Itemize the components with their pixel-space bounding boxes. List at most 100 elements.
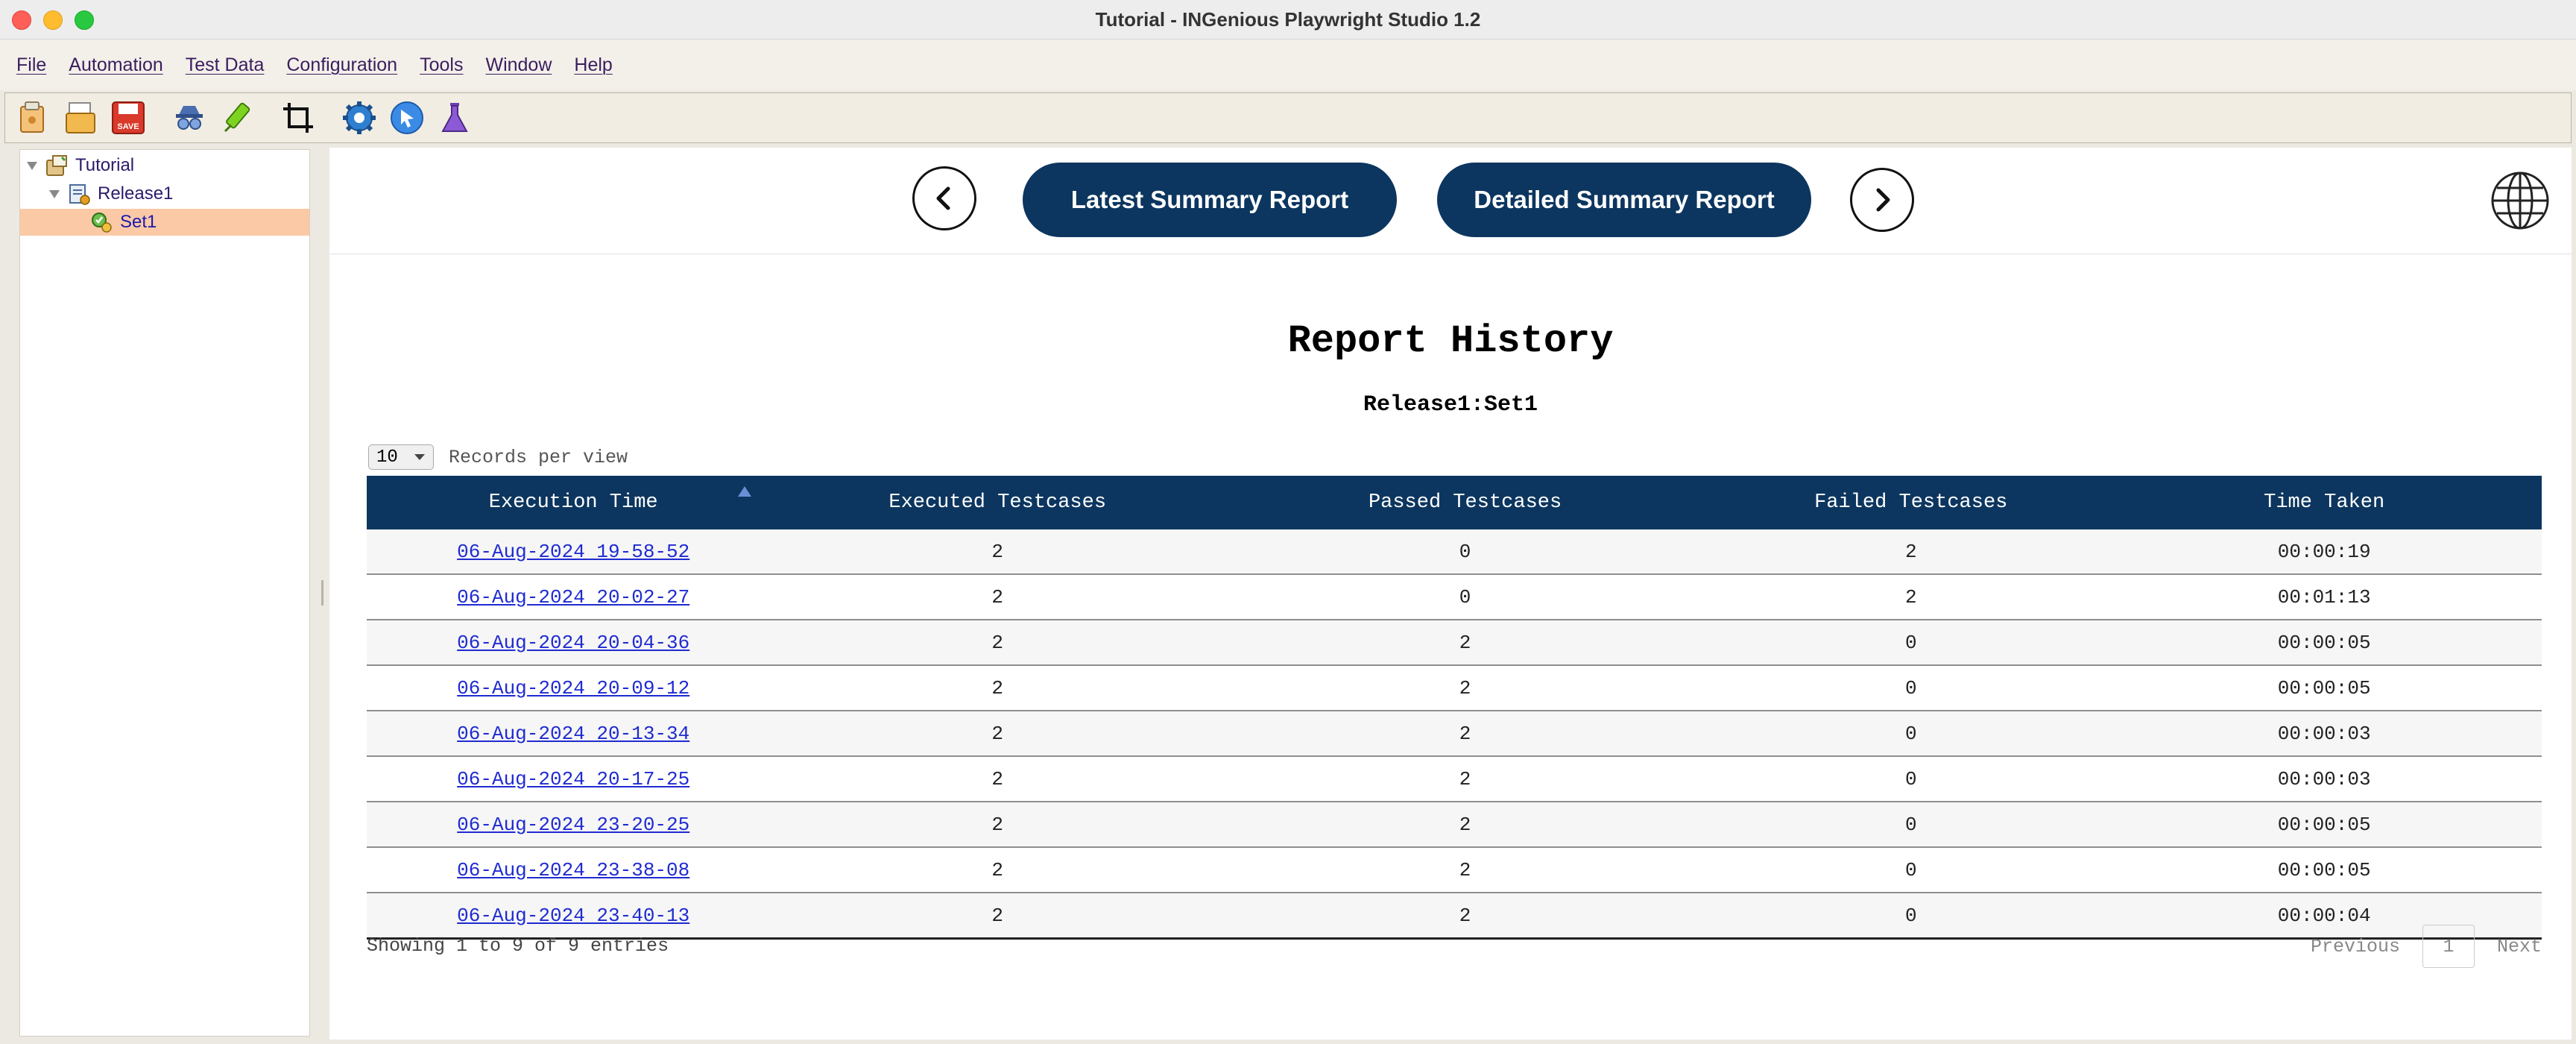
failed-cell: 0 [1715,802,2107,848]
failed-cell: 2 [1715,529,2107,575]
settings-button[interactable] [341,99,378,136]
entries-info: Showing 1 to 9 of 9 entries [367,935,669,957]
next-report-button[interactable] [1850,168,1914,232]
passed-cell: 2 [1215,847,1716,893]
passed-cell: 2 [1215,802,1716,848]
column-header-executed[interactable]: Executed Testcases [780,476,1215,529]
table-header-row: Execution Time Executed Testcases Passed… [367,476,2542,529]
execution-time-link[interactable]: 06-Aug-2024 23-40-13 [457,905,689,927]
executed-cell: 2 [780,711,1215,757]
save-button[interactable]: SAVE [110,99,147,136]
executed-cell: 2 [780,847,1215,893]
time-taken-cell: 00:00:05 [2106,802,2542,848]
previous-report-button[interactable] [912,166,976,230]
latest-summary-report-button[interactable]: Latest Summary Report [1023,163,1397,237]
menu-automation[interactable]: Automation [69,54,162,76]
panel-splitter[interactable] [319,149,329,1037]
expand-triangle-icon[interactable] [48,188,60,200]
splitter-grip[interactable] [321,580,323,606]
time-taken-cell: 00:00:05 [2106,847,2542,893]
failed-cell: 0 [1715,620,2107,666]
open-folder-icon [66,102,95,133]
svg-text:SAVE: SAVE [117,122,139,131]
time-taken-cell: 00:00:05 [2106,665,2542,711]
menu-bar: File Automation Test Data Configuration … [0,40,2576,90]
report-nav-bar: Latest Summary Report Detailed Summary R… [329,148,2572,254]
records-select[interactable]: 10 [368,444,434,470]
column-header-failed[interactable]: Failed Testcases [1715,476,2106,529]
next-page-button[interactable]: Next [2497,936,2542,957]
window-controls [12,10,94,30]
tree-node-tutorial[interactable]: Tutorial [26,153,134,178]
window-title: Tutorial - INGenious Playwright Studio 1… [1095,7,1481,31]
failed-cell: 0 [1715,847,2107,893]
pagination: Previous 1 Next [2311,925,2542,968]
pointer-button[interactable] [388,99,426,136]
testset-icon [92,213,112,233]
previous-page-button[interactable]: Previous [2311,936,2400,957]
crop-button[interactable] [280,99,317,136]
open-folder-button[interactable] [62,99,99,136]
execution-time-link[interactable]: 06-Aug-2024 19-58-52 [457,541,689,563]
globe-icon[interactable] [2490,170,2551,231]
records-select-value: 10 [376,447,398,468]
executed-cell: 2 [780,893,1215,940]
chevron-left-icon [936,186,950,210]
settings-gear-icon [343,101,376,134]
tree-label-release1: Release1 [98,183,174,204]
maximize-window-button[interactable] [75,10,94,30]
passed-cell: 0 [1215,574,1716,620]
toolbar: SAVE [4,92,2572,143]
execution-time-link[interactable]: 06-Aug-2024 23-38-08 [457,859,689,881]
passed-cell: 2 [1215,665,1716,711]
executed-cell: 2 [780,756,1215,802]
open-project-button[interactable] [14,99,51,136]
execution-time-link[interactable]: 06-Aug-2024 20-13-34 [457,723,689,745]
tree-label-tutorial: Tutorial [75,155,135,175]
flask-button[interactable] [436,99,473,136]
table-row: 06-Aug-2024 23-20-25 2 2 0 00:00:05 [367,802,2542,848]
failed-cell: 0 [1715,665,2107,711]
menu-tools[interactable]: Tools [420,54,463,76]
execution-time-link[interactable]: 06-Aug-2024 23-20-25 [457,814,689,836]
spy-button[interactable] [171,99,208,136]
table-row: 06-Aug-2024 23-40-13 2 2 0 00:00:04 [367,893,2542,940]
table-row: 06-Aug-2024 20-13-34 2 2 0 00:00:03 [367,711,2542,757]
detailed-summary-report-button[interactable]: Detailed Summary Report [1437,163,1811,237]
tree-node-set1[interactable]: Set1 [90,210,157,235]
project-tree: Tutorial Release1 Set1 [19,149,310,1037]
page-number-button[interactable]: 1 [2422,925,2475,968]
sort-ascending-icon [738,486,752,497]
table-row: 06-Aug-2024 20-17-25 2 2 0 00:00:03 [367,756,2542,802]
column-header-execution-time[interactable]: Execution Time [367,476,780,529]
failed-cell: 2 [1715,574,2107,620]
release-icon [69,184,90,205]
highlight-icon [224,102,250,133]
close-window-button[interactable] [12,10,31,30]
project-icon [46,155,67,176]
execution-time-link[interactable]: 06-Aug-2024 20-02-27 [457,586,689,609]
menu-file[interactable]: File [16,54,46,76]
column-header-passed[interactable]: Passed Testcases [1215,476,1715,529]
tree-selection-highlight [20,209,309,236]
crop-icon [283,103,313,133]
execution-time-link[interactable]: 06-Aug-2024 20-17-25 [457,768,689,790]
expand-triangle-icon[interactable] [26,160,38,172]
minimize-window-button[interactable] [43,10,63,30]
dropdown-arrow-icon [414,454,425,460]
column-header-time-taken[interactable]: Time Taken [2106,476,2542,529]
menu-configuration[interactable]: Configuration [286,54,397,76]
execution-time-link[interactable]: 06-Aug-2024 20-09-12 [457,677,689,699]
report-title: Report History [1287,319,1614,363]
execution-time-link[interactable]: 06-Aug-2024 20-04-36 [457,632,689,654]
failed-cell: 0 [1715,711,2107,757]
tree-node-release1[interactable]: Release1 [48,181,173,207]
menu-test-data[interactable]: Test Data [186,54,265,76]
table-row: 06-Aug-2024 20-09-12 2 2 0 00:00:05 [367,665,2542,711]
menu-help[interactable]: Help [574,54,612,76]
highlight-button[interactable] [218,99,256,136]
table-row: 06-Aug-2024 23-38-08 2 2 0 00:00:05 [367,847,2542,893]
time-taken-cell: 00:00:05 [2106,620,2542,666]
menu-window[interactable]: Window [485,54,552,76]
executed-cell: 2 [780,529,1215,575]
